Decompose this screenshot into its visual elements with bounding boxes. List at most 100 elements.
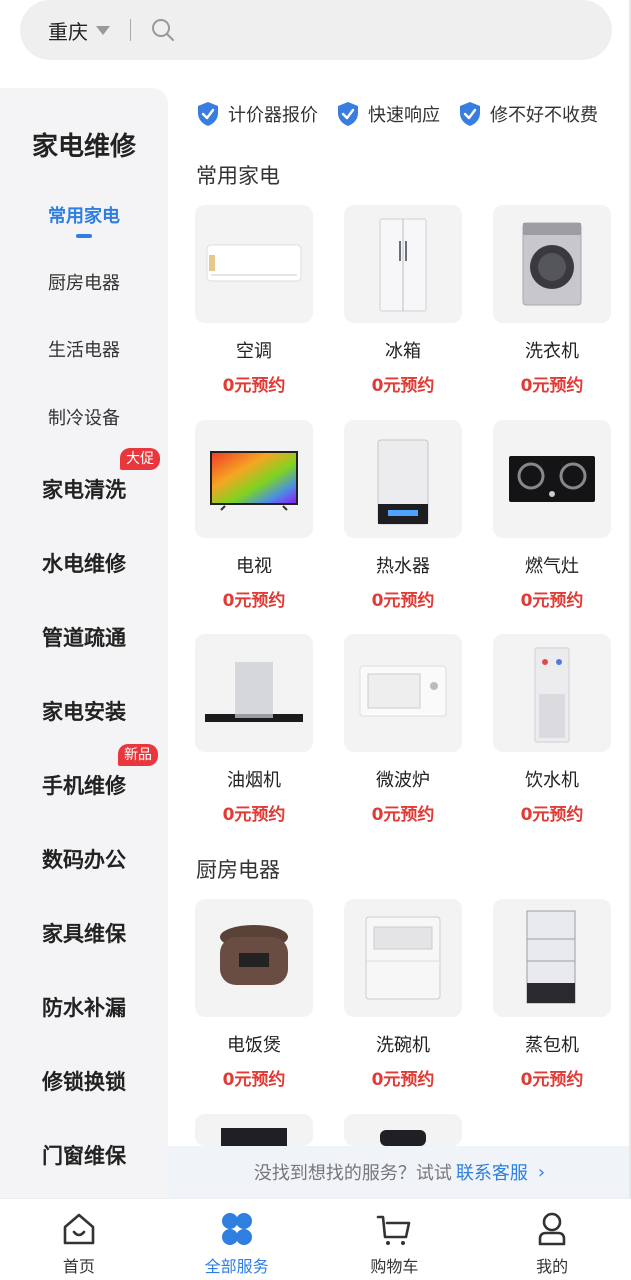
guarantee-label: 快速响应 xyxy=(368,105,440,126)
profile-icon xyxy=(538,1212,566,1246)
chevron-right-icon: › xyxy=(537,1161,546,1183)
range-hood-icon xyxy=(195,634,313,752)
service-name: 油烟机 xyxy=(227,770,281,791)
service-card-bun-steamer[interactable]: 蒸包机 0元预约 xyxy=(493,899,611,1090)
guarantee-strip: 计价器报价 快速响应 修不好不收费 xyxy=(196,100,616,128)
service-price: 0元预约 xyxy=(371,376,435,396)
search-divider xyxy=(130,19,131,41)
shield-check-icon xyxy=(338,102,358,126)
guarantee-label: 计价器报价 xyxy=(228,105,318,126)
service-card-rice-cooker[interactable]: 电饭煲 0元预约 xyxy=(195,899,313,1090)
service-card-partial[interactable] xyxy=(344,1114,462,1146)
television-icon xyxy=(195,420,313,538)
service-name: 洗衣机 xyxy=(525,341,579,362)
tab-all-services[interactable]: 全部服务 xyxy=(158,1199,316,1280)
service-card-range-hood[interactable]: 油烟机 0元预约 xyxy=(195,634,313,825)
section-title-common: 常用家电 xyxy=(196,164,280,188)
refrigerator-icon xyxy=(344,205,462,323)
microwave-icon xyxy=(344,634,462,752)
service-price: 0元预约 xyxy=(371,591,435,611)
city-label: 重庆 xyxy=(48,19,88,44)
city-selector[interactable]: 重庆 xyxy=(48,16,110,45)
sidebar-sub-item-kitchen[interactable]: 厨房电器 xyxy=(0,269,168,295)
service-card-refrigerator[interactable]: 冰箱 0元预约 xyxy=(344,205,462,396)
service-card-water-heater[interactable]: 热水器 0元预约 xyxy=(344,420,462,611)
tab-cart[interactable]: 购物车 xyxy=(316,1199,474,1280)
service-price: 0元预约 xyxy=(520,591,584,611)
service-card-air-conditioner[interactable]: 空调 0元预约 xyxy=(195,205,313,396)
sidebar-item-plumbing-electric[interactable]: 水电维修 xyxy=(0,548,168,578)
sidebar-item-waterproofing[interactable]: 防水补漏 xyxy=(0,992,168,1022)
service-card-microwave[interactable]: 微波炉 0元预约 xyxy=(344,634,462,825)
service-price: 0元预约 xyxy=(520,376,584,396)
sidebar-item-appliance-cleaning[interactable]: 家电清洗 xyxy=(0,474,168,504)
bun-steamer-icon xyxy=(493,899,611,1017)
section-title-kitchen: 厨房电器 xyxy=(196,858,280,882)
service-name: 燃气灶 xyxy=(525,556,579,577)
bottom-tab-bar: 首页 全部服务 购物车 我的 xyxy=(0,1198,631,1280)
washing-machine-icon xyxy=(493,205,611,323)
guarantee-item: 计价器报价 xyxy=(196,100,318,128)
home-icon xyxy=(63,1213,95,1245)
sidebar-item-furniture[interactable]: 家具维保 xyxy=(0,918,168,948)
sidebar-item-doors-windows[interactable]: 门窗维保 xyxy=(0,1140,168,1170)
water-dispenser-icon xyxy=(493,634,611,752)
gas-stove-icon xyxy=(493,420,611,538)
service-card-partial[interactable] xyxy=(195,1114,313,1146)
active-indicator xyxy=(76,234,92,238)
promo-badge: 大促 xyxy=(120,448,160,470)
tab-home[interactable]: 首页 xyxy=(0,1199,158,1280)
sidebar-item-phone-repair[interactable]: 手机维修 xyxy=(0,770,168,800)
service-name: 冰箱 xyxy=(385,341,421,362)
service-card-dishwasher[interactable]: 洗碗机 0元预约 xyxy=(344,899,462,1090)
service-name: 洗碗机 xyxy=(376,1035,430,1056)
tab-label: 首页 xyxy=(62,1257,95,1276)
chevron-down-icon xyxy=(96,25,110,35)
contact-support-strip[interactable]: 没找到想找的服务？试试 联系客服 › xyxy=(168,1146,631,1198)
sidebar-item-digital-office[interactable]: 数码办公 xyxy=(0,844,168,874)
new-badge: 新品 xyxy=(118,744,158,766)
tab-profile[interactable]: 我的 xyxy=(473,1199,631,1280)
service-price: 0元预约 xyxy=(222,376,286,396)
sidebar-sub-item-life[interactable]: 生活电器 xyxy=(0,336,168,362)
service-price: 0元预约 xyxy=(520,805,584,825)
service-card-television[interactable]: 电视 0元预约 xyxy=(195,420,313,611)
service-name: 微波炉 xyxy=(376,770,430,791)
sidebar-item-pipe-unclogging[interactable]: 管道疏通 xyxy=(0,622,168,652)
service-price: 0元预约 xyxy=(520,1070,584,1090)
service-name: 电视 xyxy=(236,556,272,577)
appliance-thumbnail xyxy=(344,1114,462,1146)
guarantee-label: 修不好不收费 xyxy=(490,105,598,126)
sidebar-sub-item-cooling[interactable]: 制冷设备 xyxy=(0,404,168,430)
shield-check-icon xyxy=(198,102,218,126)
service-name: 蒸包机 xyxy=(525,1035,579,1056)
service-name: 饮水机 xyxy=(525,770,579,791)
rice-cooker-icon xyxy=(195,899,313,1017)
sidebar-item-locks[interactable]: 修锁换锁 xyxy=(0,1066,168,1096)
search-bar[interactable]: 重庆 xyxy=(20,0,612,60)
service-name: 空调 xyxy=(236,341,272,362)
contact-support-link[interactable]: 联系客服 xyxy=(456,1159,528,1185)
service-price: 0元预约 xyxy=(222,805,286,825)
service-card-gas-stove[interactable]: 燃气灶 0元预约 xyxy=(493,420,611,611)
guarantee-item: 快速响应 xyxy=(336,100,440,128)
tab-label: 全部服务 xyxy=(204,1257,269,1276)
sidebar-item-appliance-install[interactable]: 家电安装 xyxy=(0,696,168,726)
service-card-water-dispenser[interactable]: 饮水机 0元预约 xyxy=(493,634,611,825)
service-price: 0元预约 xyxy=(222,1070,286,1090)
service-price: 0元预约 xyxy=(222,591,286,611)
service-price: 0元预约 xyxy=(371,1070,435,1090)
search-icon[interactable] xyxy=(151,18,175,42)
service-price: 0元预约 xyxy=(371,805,435,825)
guarantee-item: 修不好不收费 xyxy=(458,100,598,128)
sidebar-title: 家电维修 xyxy=(31,132,136,162)
category-sidebar: 家电维修 常用家电 厨房电器 生活电器 制冷设备 家电清洗 大促 水电维修 管道… xyxy=(0,88,168,1200)
dishwasher-icon xyxy=(344,899,462,1017)
tab-label: 我的 xyxy=(536,1257,569,1276)
all-services-icon xyxy=(221,1213,252,1245)
air-conditioner-icon xyxy=(195,205,313,323)
appliance-thumbnail xyxy=(195,1114,313,1146)
cart-icon xyxy=(377,1215,411,1245)
sidebar-sub-item-common[interactable]: 常用家电 xyxy=(0,202,168,228)
service-card-washing-machine[interactable]: 洗衣机 0元预约 xyxy=(493,205,611,396)
